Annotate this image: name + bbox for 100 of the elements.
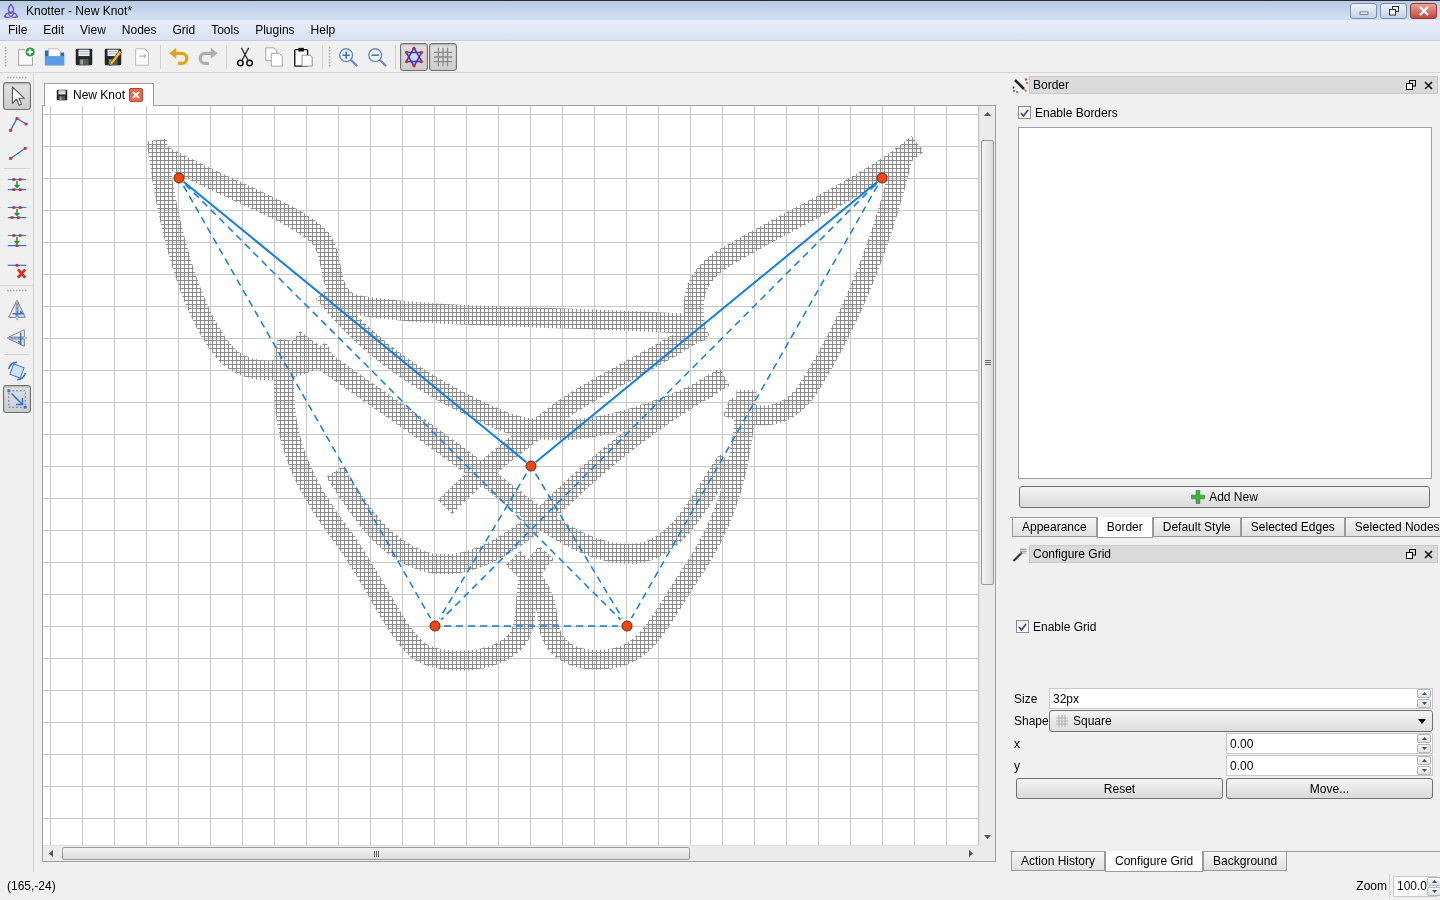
close-button[interactable] <box>1422 548 1434 560</box>
plus-icon <box>1191 490 1206 504</box>
down-arrow-icon <box>1421 702 1427 705</box>
menu-item[interactable]: Grid <box>164 22 204 38</box>
spin-down-button[interactable] <box>1427 886 1440 896</box>
rotate-icon <box>5 360 28 382</box>
tab-label: New Knot <box>73 88 126 102</box>
field-label: y <box>1014 757 1021 775</box>
spin-up-button[interactable] <box>1417 689 1431 698</box>
size-field[interactable]: 32px <box>1049 688 1433 709</box>
spin-up-button[interactable] <box>1427 876 1440 886</box>
tab[interactable]: Configure Grid <box>1105 851 1204 872</box>
spin-up-button[interactable] <box>1417 756 1431 765</box>
float-button[interactable] <box>1405 79 1417 91</box>
x-field[interactable]: 0.00 <box>1226 733 1433 754</box>
cursor-coordinates: (165,-24) <box>7 878 56 895</box>
field-label: Shape <box>1014 713 1049 730</box>
menu-item[interactable]: Tools <box>203 22 248 38</box>
down-arrow-icon <box>984 835 991 839</box>
scissors-icon <box>234 45 256 68</box>
zoom-in-icon <box>337 45 359 68</box>
down-arrow-icon <box>1421 769 1427 772</box>
pencil-dots-icon <box>1012 77 1028 93</box>
tab[interactable]: Appearance <box>1012 518 1097 537</box>
redo-icon <box>197 45 219 68</box>
zoom-field[interactable]: 100.0 <box>1393 875 1437 897</box>
close-button[interactable] <box>1410 2 1437 19</box>
wand-icon <box>1012 546 1028 562</box>
hexagram-icon <box>403 45 425 68</box>
spin-down-button[interactable] <box>1417 766 1431 775</box>
tab[interactable]: Default Style <box>1152 518 1241 537</box>
copy-icon <box>263 45 285 68</box>
up-arrow-icon <box>1421 737 1427 740</box>
scrollbar-thumb[interactable] <box>981 140 994 585</box>
checkmark-icon <box>1018 622 1027 631</box>
tab[interactable]: Background <box>1203 852 1288 871</box>
grip-icon <box>5 76 28 79</box>
field-label: Size <box>1014 690 1039 708</box>
horizontal-scrollbar[interactable] <box>43 845 979 861</box>
grip-icon <box>373 850 379 857</box>
grip-icon <box>4 45 7 68</box>
add-new-button[interactable]: Add New <box>1019 486 1430 508</box>
tab[interactable]: Action History <box>1011 852 1106 871</box>
tool-button[interactable] <box>2 385 31 413</box>
grip-icon <box>328 45 331 68</box>
checkbox[interactable] <box>1016 620 1029 633</box>
tab-close-button[interactable] <box>129 88 144 102</box>
menu-item[interactable]: Plugins <box>247 22 303 38</box>
move-button[interactable]: Move... <box>1226 778 1433 799</box>
grid-toggle[interactable] <box>429 42 457 71</box>
tab[interactable]: Border <box>1096 517 1153 538</box>
grip-icon <box>984 360 991 365</box>
checkmark-icon <box>1020 108 1029 117</box>
menu-item[interactable]: Edit <box>35 22 73 38</box>
y-field[interactable]: 0.00 <box>1226 755 1433 776</box>
scrollbar-thumb[interactable] <box>62 847 690 860</box>
new-document-icon <box>15 45 37 68</box>
spin-down-button[interactable] <box>1417 699 1431 708</box>
float-icon <box>1406 80 1416 90</box>
reset-button[interactable]: Reset <box>1016 778 1223 799</box>
spin-down-button[interactable] <box>1417 744 1431 753</box>
left-arrow-icon <box>49 850 53 857</box>
knot-view-toggle[interactable] <box>400 42 428 71</box>
zoom-label: Zoom <box>1356 878 1387 895</box>
float-icon <box>1406 549 1416 559</box>
tab[interactable]: Selected Edges <box>1240 518 1345 537</box>
menu-item[interactable]: Nodes <box>113 22 165 38</box>
checkbox[interactable] <box>1018 106 1031 119</box>
float-button[interactable] <box>1405 548 1417 560</box>
restore-button[interactable] <box>1380 2 1407 19</box>
dock-title: Configure Grid <box>1032 547 1113 561</box>
tab[interactable]: Selected Nodes <box>1344 518 1440 537</box>
up-arrow-icon <box>1421 692 1427 695</box>
undo-icon <box>168 45 190 68</box>
resize-icon <box>5 388 28 410</box>
menu-item[interactable]: Help <box>302 22 344 38</box>
close-icon <box>1423 549 1433 559</box>
trefoil-icon <box>3 2 19 19</box>
grid-icon <box>432 45 454 68</box>
close-icon <box>132 91 141 99</box>
menu-item[interactable]: File <box>0 22 36 38</box>
flip-vertical-icon <box>5 327 28 349</box>
tool-button[interactable] <box>2 82 31 110</box>
close-icon <box>1423 80 1433 90</box>
vertical-scrollbar[interactable] <box>979 106 995 845</box>
up-arrow-icon <box>1431 879 1437 883</box>
document-tab[interactable]: New Knot <box>44 83 155 106</box>
shape-dropdown[interactable]: Square <box>1049 710 1433 732</box>
up-arrow-icon <box>1421 759 1427 762</box>
spin-up-button[interactable] <box>1417 734 1431 743</box>
dock-title: Border <box>1032 78 1071 92</box>
grid-icon <box>1056 715 1068 727</box>
clipboard-icon <box>292 45 314 68</box>
down-arrow-icon <box>1431 889 1437 893</box>
restore-icon <box>1387 5 1400 16</box>
menu-item[interactable]: View <box>72 22 114 38</box>
up-arrow-icon <box>984 112 991 116</box>
dropdown-arrow-icon <box>1418 718 1426 724</box>
close-icon <box>1417 5 1430 16</box>
close-button[interactable] <box>1422 79 1434 91</box>
